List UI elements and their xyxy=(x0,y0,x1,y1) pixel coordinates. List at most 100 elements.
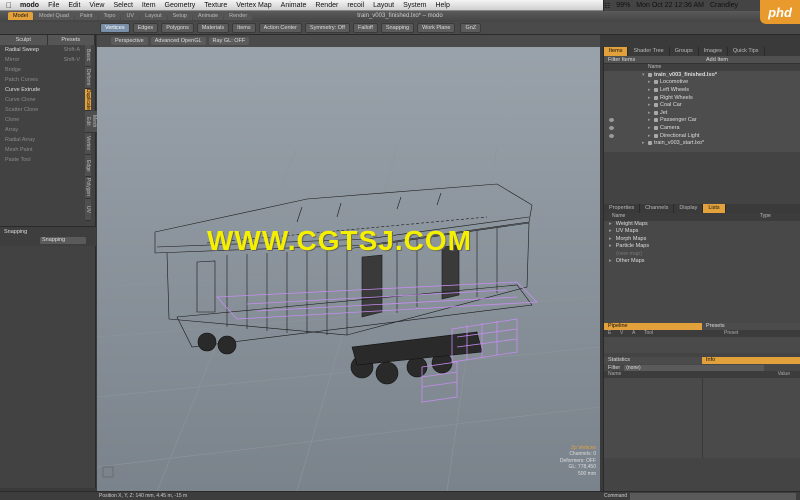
tool-array[interactable]: Array xyxy=(0,125,84,135)
expand-right-icon[interactable] xyxy=(609,251,612,257)
tab-items[interactable]: Items xyxy=(604,47,629,56)
tool-curve-clone[interactable]: Curve Clone xyxy=(0,95,84,105)
tab-info[interactable]: Info xyxy=(702,357,800,364)
visibility-eye-icon[interactable] xyxy=(609,133,614,138)
menu-texture[interactable]: Texture xyxy=(204,2,227,9)
tab-paint[interactable]: Paint xyxy=(74,12,98,20)
apple-icon[interactable]:  xyxy=(6,1,12,10)
user-name[interactable]: Crandley xyxy=(710,2,738,9)
vtab-mesh-edit[interactable]: Mesh Edit xyxy=(85,111,97,133)
tree-item[interactable]: ▸ Coal Car xyxy=(604,101,800,109)
menu-file[interactable]: File xyxy=(48,2,59,9)
expand-right-icon[interactable]: ▸ xyxy=(648,117,651,123)
tab-groups[interactable]: Groups xyxy=(670,47,699,56)
tool-patch-curves[interactable]: Patch Curves xyxy=(0,75,84,85)
menu-render[interactable]: Render xyxy=(315,2,338,9)
clock[interactable]: Mon Oct 22 12:36 AM xyxy=(636,2,704,9)
map-item[interactable]: (new map) xyxy=(604,251,800,258)
tool-radial-array[interactable]: Radial Array xyxy=(0,135,84,145)
edges-mode-button[interactable]: Edges xyxy=(132,23,159,33)
expand-right-icon[interactable]: ▸ xyxy=(609,228,612,234)
map-item[interactable]: ▸ UV Maps xyxy=(604,228,800,235)
tree-item[interactable]: ▸ Locomotive xyxy=(604,79,800,87)
tool-scatter-clone[interactable]: Scatter Clone xyxy=(0,105,84,115)
map-item[interactable]: ▸ Weight Maps xyxy=(604,221,800,228)
sculpt-tab[interactable]: Sculpt xyxy=(0,35,48,45)
filter-dropdown[interactable]: (none) xyxy=(624,364,765,371)
raygl-toggle[interactable]: Ray GL: OFF xyxy=(208,37,250,45)
tab-animate[interactable]: Animate xyxy=(192,12,224,20)
vtab-polygon[interactable]: Polygon xyxy=(85,177,91,199)
tab-channels[interactable]: Channels xyxy=(640,204,675,213)
vtab-uv[interactable]: UV xyxy=(85,199,91,221)
tool-mesh-paint[interactable]: Mesh Paint xyxy=(0,145,84,155)
menu-item[interactable]: Item xyxy=(142,2,156,9)
menu-layout[interactable]: Layout xyxy=(373,2,394,9)
tab-setup[interactable]: Setup xyxy=(167,12,192,20)
3d-viewport[interactable]: Perspective Advanced OpenGL Ray GL: OFF xyxy=(97,35,600,491)
work-plane-dropdown[interactable]: Work Plane xyxy=(417,23,456,33)
filter-items-dropdown[interactable]: Filter Items xyxy=(604,56,702,63)
tree-item[interactable]: ▸ Passenger Car xyxy=(604,117,800,125)
visibility-eye-icon[interactable] xyxy=(609,118,614,123)
tab-pipeline[interactable]: Pipeline xyxy=(604,323,702,330)
menu-modo[interactable]: modo xyxy=(20,2,39,9)
tab-presets[interactable]: Presets xyxy=(702,323,800,330)
tree-item[interactable]: ▾ train_v003_finished.lxo* xyxy=(604,71,800,79)
presets-tab[interactable]: Presets xyxy=(47,35,95,45)
symmetry-dropdown[interactable]: Symmetry: Off xyxy=(304,23,350,33)
vertices-mode-button[interactable]: Vertices xyxy=(100,23,130,33)
tab-shader-tree[interactable]: Shader Tree xyxy=(628,47,670,56)
expand-down-icon[interactable]: ▾ xyxy=(642,72,645,78)
polygons-mode-button[interactable]: Polygons xyxy=(161,23,194,33)
menu-system[interactable]: System xyxy=(403,2,426,9)
tool-mirror[interactable]: Mirror Shift-V xyxy=(0,55,84,65)
wifi-icon[interactable]: ☷ xyxy=(604,2,610,10)
action-center-dropdown[interactable]: Action Center xyxy=(258,23,302,33)
map-item[interactable]: ▸ Particle Maps xyxy=(604,243,800,250)
falloff-dropdown[interactable]: Falloff xyxy=(352,23,378,33)
menu-view[interactable]: View xyxy=(89,2,104,9)
expand-right-icon[interactable]: ▸ xyxy=(609,221,612,227)
vtab-edge[interactable]: Edge xyxy=(85,155,91,177)
perspective-dropdown[interactable]: Perspective xyxy=(111,37,148,45)
command-input[interactable] xyxy=(630,493,796,500)
map-item[interactable]: ▸ Other Maps xyxy=(604,258,800,265)
tab-images[interactable]: Images xyxy=(699,47,728,56)
tab-topo[interactable]: Topo xyxy=(98,12,121,20)
vtab-vertex[interactable]: Vertex xyxy=(85,133,91,155)
tool-clone[interactable]: Clone xyxy=(0,115,84,125)
expand-right-icon[interactable]: ▸ xyxy=(609,236,612,242)
expand-right-icon[interactable]: ▸ xyxy=(648,133,651,139)
tool-bridge[interactable]: Bridge xyxy=(0,65,84,75)
opengl-dropdown[interactable]: Advanced OpenGL xyxy=(150,37,206,45)
tab-model[interactable]: Model xyxy=(8,12,33,20)
battery-level[interactable]: 99% xyxy=(616,2,630,9)
menu-vertex-map[interactable]: Vertex Map xyxy=(236,2,271,9)
expand-right-icon[interactable]: ▸ xyxy=(648,87,651,93)
tree-item[interactable]: ▸ Right Wheels xyxy=(604,94,800,102)
tool-curve-extrude[interactable]: Curve Extrude xyxy=(0,85,84,95)
tool-radial-sweep[interactable]: Radial Sweep Shift-A xyxy=(0,45,84,55)
tab-uv[interactable]: UV xyxy=(121,12,140,20)
visibility-eye-icon[interactable] xyxy=(609,125,614,130)
tab-properties[interactable]: Properties xyxy=(604,204,641,213)
expand-right-icon[interactable]: ▸ xyxy=(648,79,651,85)
tab-quick-tips[interactable]: Quick Tips xyxy=(728,47,765,56)
expand-right-icon[interactable]: ▸ xyxy=(648,110,651,116)
menu-edit[interactable]: Edit xyxy=(68,2,80,9)
tree-item[interactable]: ▸ Jet xyxy=(604,109,800,117)
expand-right-icon[interactable]: ▸ xyxy=(648,102,651,108)
expand-right-icon[interactable]: ▸ xyxy=(648,125,651,131)
items-mode-button[interactable]: Items xyxy=(232,23,256,33)
snapping-toggle[interactable]: Snapping xyxy=(40,237,86,244)
expand-right-icon[interactable]: ▸ xyxy=(642,140,645,146)
add-item-dropdown[interactable]: Add Item xyxy=(702,56,800,63)
menu-recoil[interactable]: recoil xyxy=(347,2,364,9)
tool-paste-tool[interactable]: Paste Tool xyxy=(0,155,84,165)
materials-mode-button[interactable]: Materials xyxy=(196,23,230,33)
tree-item[interactable]: ▸ Directional Light xyxy=(604,132,800,140)
menu-geometry[interactable]: Geometry xyxy=(165,2,196,9)
tree-item[interactable]: ▸ train_v003_start.lxo* xyxy=(604,139,800,147)
tree-item[interactable]: ▸ Camera xyxy=(604,124,800,132)
